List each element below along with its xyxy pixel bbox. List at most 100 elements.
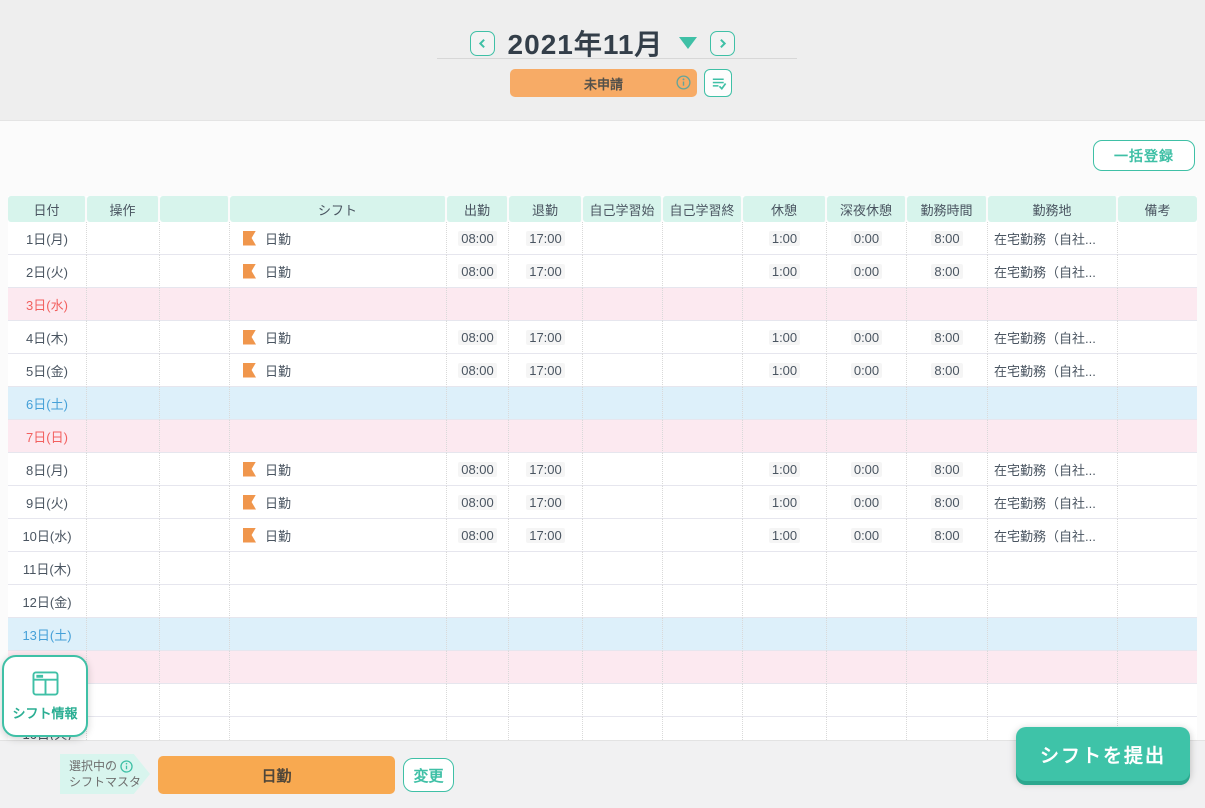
break-cell[interactable]: 1:00 [743,486,827,519]
table-row[interactable]: 14日(日) [8,651,1197,684]
clock-in-cell[interactable] [447,618,509,651]
location-cell[interactable]: 在宅勤務（自社... [988,519,1118,552]
night-break-cell[interactable]: 0:00 [827,354,907,387]
study-end-cell[interactable] [663,222,743,255]
study-start-cell[interactable] [583,288,663,321]
night-break-cell[interactable]: 0:00 [827,222,907,255]
table-row[interactable]: 15日(月) [8,684,1197,717]
shift-cell[interactable] [230,552,447,585]
clock-out-cell[interactable] [509,585,583,618]
table-row[interactable]: 4日(木) 日勤 08:00 17:00 1:00 0:00 8:00 在宅勤務… [8,321,1197,354]
study-end-cell[interactable] [663,288,743,321]
break-cell[interactable]: 1:00 [743,222,827,255]
night-break-cell[interactable]: 0:00 [827,453,907,486]
location-cell[interactable]: 在宅勤務（自社... [988,486,1118,519]
study-end-cell[interactable] [663,255,743,288]
night-break-cell[interactable] [827,651,907,684]
location-cell[interactable]: 在宅勤務（自社... [988,222,1118,255]
break-cell[interactable] [743,651,827,684]
month-dropdown-icon[interactable] [679,37,697,49]
clock-out-cell[interactable]: 17:00 [509,321,583,354]
clock-out-cell[interactable] [509,684,583,717]
clock-out-cell[interactable]: 17:00 [509,486,583,519]
study-end-cell[interactable] [663,684,743,717]
note-cell[interactable] [1118,321,1197,354]
study-end-cell[interactable] [663,453,743,486]
clock-in-cell[interactable] [447,420,509,453]
break-cell[interactable]: 1:00 [743,321,827,354]
study-start-cell[interactable] [583,453,663,486]
clock-out-cell[interactable]: 17:00 [509,222,583,255]
break-cell[interactable]: 1:00 [743,255,827,288]
study-start-cell[interactable] [583,585,663,618]
submit-shift-button[interactable]: シフトを提出 [1016,727,1190,781]
break-cell[interactable] [743,618,827,651]
shift-cell[interactable] [230,684,447,717]
study-start-cell[interactable] [583,354,663,387]
break-cell[interactable] [743,387,827,420]
location-cell[interactable] [988,618,1118,651]
shift-cell[interactable] [230,651,447,684]
study-start-cell[interactable] [583,420,663,453]
study-start-cell[interactable] [583,684,663,717]
table-row[interactable]: 10日(水) 日勤 08:00 17:00 1:00 0:00 8:00 在宅勤… [8,519,1197,552]
clock-in-cell[interactable]: 08:00 [447,453,509,486]
location-cell[interactable] [988,387,1118,420]
clock-in-cell[interactable]: 08:00 [447,321,509,354]
clock-out-cell[interactable]: 17:00 [509,354,583,387]
study-end-cell[interactable] [663,420,743,453]
note-cell[interactable] [1118,519,1197,552]
next-month-button[interactable] [710,31,735,56]
study-start-cell[interactable] [583,321,663,354]
bulk-register-button[interactable]: 一括登録 [1093,140,1195,171]
clock-out-cell[interactable]: 17:00 [509,453,583,486]
shift-cell[interactable]: 日勤 [230,321,447,354]
table-row[interactable]: 7日(日) [8,420,1197,453]
location-cell[interactable]: 在宅勤務（自社... [988,321,1118,354]
clock-in-cell[interactable]: 08:00 [447,486,509,519]
location-cell[interactable] [988,552,1118,585]
shift-cell[interactable] [230,288,447,321]
prev-month-button[interactable] [470,31,495,56]
note-cell[interactable] [1118,255,1197,288]
break-cell[interactable]: 1:00 [743,453,827,486]
night-break-cell[interactable]: 0:00 [827,255,907,288]
study-end-cell[interactable] [663,354,743,387]
night-break-cell[interactable]: 0:00 [827,519,907,552]
location-cell[interactable] [988,420,1118,453]
shift-cell[interactable]: 日勤 [230,354,447,387]
clock-in-cell[interactable] [447,288,509,321]
change-button[interactable]: 変更 [403,758,454,792]
location-cell[interactable]: 在宅勤務（自社... [988,255,1118,288]
clock-in-cell[interactable] [447,387,509,420]
location-cell[interactable]: 在宅勤務（自社... [988,453,1118,486]
shift-cell[interactable] [230,387,447,420]
table-row[interactable]: 13日(土) [8,618,1197,651]
note-cell[interactable] [1118,354,1197,387]
note-cell[interactable] [1118,651,1197,684]
night-break-cell[interactable]: 0:00 [827,321,907,354]
night-break-cell[interactable]: 0:00 [827,486,907,519]
break-cell[interactable] [743,552,827,585]
clock-out-cell[interactable] [509,420,583,453]
note-cell[interactable] [1118,684,1197,717]
table-row[interactable]: 8日(月) 日勤 08:00 17:00 1:00 0:00 8:00 在宅勤務… [8,453,1197,486]
clock-out-cell[interactable]: 17:00 [509,255,583,288]
clock-out-cell[interactable]: 17:00 [509,519,583,552]
study-end-cell[interactable] [663,618,743,651]
study-end-cell[interactable] [663,321,743,354]
clock-in-cell[interactable]: 08:00 [447,354,509,387]
shift-cell[interactable]: 日勤 [230,453,447,486]
location-cell[interactable] [988,684,1118,717]
location-cell[interactable] [988,585,1118,618]
application-list-button[interactable] [704,69,732,97]
study-start-cell[interactable] [583,486,663,519]
note-cell[interactable] [1118,552,1197,585]
study-start-cell[interactable] [583,222,663,255]
table-row[interactable]: 9日(火) 日勤 08:00 17:00 1:00 0:00 8:00 在宅勤務… [8,486,1197,519]
night-break-cell[interactable] [827,684,907,717]
clock-in-cell[interactable]: 08:00 [447,222,509,255]
clock-out-cell[interactable] [509,288,583,321]
night-break-cell[interactable] [827,585,907,618]
table-row[interactable]: 12日(金) [8,585,1197,618]
